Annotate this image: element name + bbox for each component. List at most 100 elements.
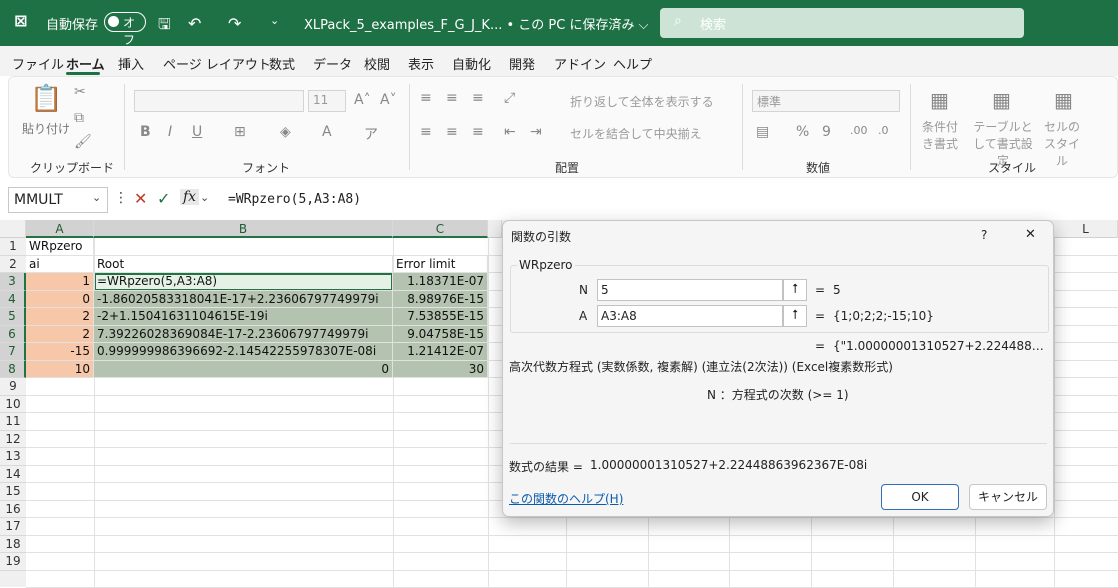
align-middle-icon[interactable]: ≡ [446,90,458,106]
menu-addins[interactable]: アドイン [554,54,606,73]
undo-icon[interactable]: ↶ [188,14,201,33]
row-header[interactable]: 10 [0,396,26,413]
file-name[interactable]: XLPack_5_examples_F_G_J_K... • この PC に保存… [304,14,648,33]
borders-icon[interactable]: ⊞ [234,124,246,140]
menu-insert[interactable]: 挿入 [118,54,144,73]
align-center-icon[interactable]: ≡ [446,124,458,140]
formula-text[interactable]: =WRpzero(5,A3:A8) [228,192,361,207]
row-header[interactable]: 2 [0,256,26,273]
row-header[interactable]: 12 [0,431,26,448]
cell-b3[interactable]: =WRpzero(5,A3:A8) [94,273,393,291]
ok-button[interactable]: OK [881,484,959,510]
font-name-dropdown[interactable] [134,90,304,112]
decrease-font-icon[interactable]: A˅ [380,92,397,108]
save-icon[interactable]: 🖫 [158,14,171,39]
column-header-c[interactable]: C [393,220,488,238]
menu-help[interactable]: ヘルプ [613,54,652,73]
menu-file[interactable]: ファイル [12,54,64,73]
increase-indent-icon[interactable]: ⇥ [530,124,542,140]
italic-icon[interactable]: I [168,124,172,140]
column-header-a[interactable]: A [26,220,94,238]
row-header[interactable]: 15 [0,483,26,501]
row-header[interactable]: 1 [0,238,26,256]
cell-c6[interactable]: 9.04758E-15 [393,325,488,343]
cell-c2[interactable]: Error limit [393,255,488,273]
column-header-b[interactable]: B [94,220,393,238]
align-right-icon[interactable]: ≡ [472,124,484,140]
orientation-icon[interactable]: ⤢ [504,90,515,106]
copy-icon[interactable]: ⧉ [74,110,84,126]
customize-qat-icon[interactable]: ⌄ [270,14,279,27]
row-header[interactable]: 7 [0,343,26,361]
cell-a5[interactable]: 2 [26,308,94,326]
row-header[interactable]: 9 [0,378,26,396]
decrease-indent-icon[interactable]: ⇤ [504,124,516,140]
cell-a2[interactable]: ai [26,255,94,273]
paste-label[interactable]: 貼り付け [22,120,70,137]
menu-home[interactable]: ホーム [66,54,105,73]
align-top-icon[interactable]: ≡ [420,90,432,106]
conditional-format-icon[interactable]: ▦ [930,88,949,112]
number-format-dropdown[interactable]: 標準 [752,90,900,112]
cancel-button[interactable]: キャンセル [969,484,1047,510]
cell-c8[interactable]: 30 [393,360,488,378]
insert-function-button[interactable]: fx [180,189,200,205]
bold-icon[interactable]: B [140,124,151,140]
cell-c7[interactable]: 1.21412E-07 [393,343,488,361]
column-header-l[interactable]: L [1054,220,1118,238]
increase-font-icon[interactable]: A˄ [354,92,371,108]
cell-b2[interactable]: Root [94,255,393,273]
cell-a6[interactable]: 2 [26,325,94,343]
column-header-d[interactable] [488,220,502,238]
menu-review[interactable]: 校閲 [364,54,390,73]
row-header[interactable]: 3 [0,273,26,291]
accounting-format-icon[interactable]: ▤ [756,124,769,140]
row-header[interactable]: 5 [0,308,26,326]
format-painter-icon[interactable]: 🖌 [74,134,92,150]
menu-data[interactable]: データ [313,54,352,73]
function-help-link[interactable]: この関数のヘルプ(H) [509,490,623,507]
phonetic-icon[interactable]: ア [364,124,378,144]
autosave-toggle[interactable]: オフ [104,12,146,47]
dialog-close-button[interactable]: ✕ [1025,227,1036,242]
name-box-dropdown-icon[interactable]: ⌄ [92,191,101,204]
menu-developer[interactable]: 開発 [509,54,535,73]
arg2-input[interactable]: A3:A8 [597,305,783,327]
row-header[interactable]: 8 [0,360,26,378]
paste-icon[interactable]: 📋 [30,84,62,114]
cell-b7[interactable]: 0.999999986396692-2.14542255978307E-08i [94,343,393,361]
cell-a4[interactable]: 0 [26,290,94,308]
wrap-text-button[interactable]: 折り返して全体を表示する [570,93,714,110]
cell-c3[interactable]: 1.18371E-07 [393,273,488,291]
menu-automate[interactable]: 自動化 [452,54,491,73]
conditional-format-label[interactable]: 条件付き書式 [918,118,962,152]
cell-styles-icon[interactable]: ▦ [1054,88,1073,112]
row-header[interactable]: 18 [0,536,26,553]
decrease-decimal-icon[interactable]: .0 [878,124,889,137]
row-header[interactable]: 11 [0,413,26,431]
menu-formulas[interactable]: 数式 [269,54,295,73]
align-left-icon[interactable]: ≡ [420,124,432,140]
cell-b8[interactable]: 0 [94,360,393,378]
arg1-collapse-icon[interactable]: ⭡ [783,279,807,301]
select-all-corner[interactable] [0,220,26,238]
dialog-help-button[interactable]: ? [981,228,987,242]
row-header[interactable]: 19 [0,553,26,571]
menu-view[interactable]: 表示 [408,54,434,73]
menu-page-layout[interactable]: ページ レイアウト [163,54,271,73]
cancel-icon[interactable]: ✕ [134,189,147,208]
fx-dropdown-icon[interactable]: ⌄ [200,191,209,204]
row-header[interactable]: 6 [0,325,26,343]
align-bottom-icon[interactable]: ≡ [472,90,484,106]
arg2-collapse-icon[interactable]: ⭡ [783,305,807,327]
cell-b5[interactable]: -2+1.15041631104615E-19i [94,308,393,326]
font-color-icon[interactable]: A [322,124,332,140]
format-as-table-icon[interactable]: ▦ [992,88,1011,112]
comma-style-icon[interactable]: 9 [822,124,831,140]
underline-icon[interactable]: U [192,124,202,140]
fill-color-icon[interactable]: ◈ [280,124,291,140]
merge-center-button[interactable]: セルを結合して中央揃え [570,125,702,142]
redo-icon[interactable]: ↷ [228,14,241,33]
enter-icon[interactable]: ✓ [157,189,170,208]
row-header[interactable]: 13 [0,448,26,466]
